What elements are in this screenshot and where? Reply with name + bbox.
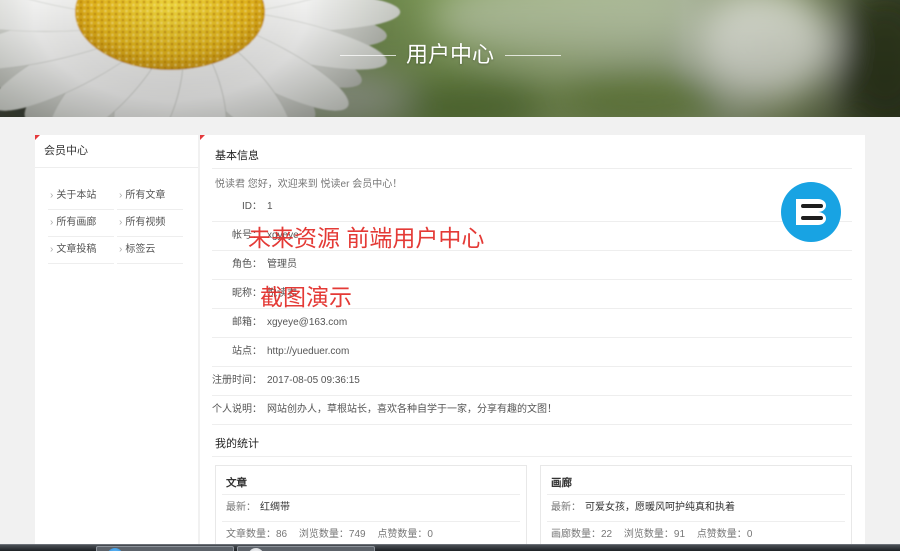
- profile-row-bio: 个人说明： 网站创办人，草根站长，喜欢各种自学于一家，分享有趣的文图！: [212, 396, 852, 425]
- stat-box-posts: 文章 最新： 红绸带 文章数量：86 浏览数量：749 点赞数量：0: [215, 465, 527, 549]
- site-link[interactable]: http://yueduer.com: [267, 346, 349, 357]
- metric-views: 浏览数量：749: [299, 529, 366, 540]
- avatar: [781, 182, 841, 242]
- field-label: 昵称：: [232, 288, 262, 299]
- sidebar-title: 会员中心: [35, 135, 198, 168]
- page-banner: 用户中心: [0, 0, 900, 117]
- field-value: 1: [267, 201, 273, 212]
- field-value: 2017-08-05 09:36:15: [267, 375, 360, 386]
- profile-row-role: 角色： 管理员: [212, 251, 852, 280]
- metric-views: 浏览数量：91: [624, 529, 685, 540]
- metric-value: 749: [348, 529, 366, 540]
- profile-row-id: ID： 1: [212, 193, 852, 222]
- section-title-my-stats: 我的统计: [212, 436, 852, 457]
- sidebar-link-about[interactable]: › 关于本站: [48, 183, 114, 210]
- chevron-right-icon: ›: [119, 190, 123, 201]
- metric-value: 86: [276, 529, 288, 540]
- field-value: 网站创办人，草根站长，喜欢各种自学于一家，分享有趣的文图！: [267, 404, 557, 415]
- metric-value: 22: [601, 529, 613, 540]
- sidebar-link-label: 所有画廊: [56, 217, 97, 228]
- os-taskbar: [0, 544, 900, 551]
- field-label: 个人说明：: [212, 404, 262, 415]
- corner-marker: [200, 135, 205, 140]
- field-label: ID：: [242, 201, 262, 212]
- metric-count: 文章数量：86: [226, 529, 287, 540]
- metric-label: 画廊数量：: [551, 529, 601, 540]
- field-label: 注册时间：: [212, 375, 262, 386]
- metric-likes: 点赞数量：0: [697, 529, 753, 540]
- chevron-right-icon: ›: [119, 217, 123, 228]
- metric-count: 画廊数量：22: [551, 529, 612, 540]
- sidebar-link-label: 所有文章: [125, 190, 166, 201]
- stat-latest: 最新： 可爱女孩，愿暖风呵护纯真和执着: [547, 495, 845, 522]
- sidebar-link-label: 所有视频: [125, 217, 166, 228]
- sidebar-link-label: 标签云: [125, 244, 156, 255]
- title-divider-right: [505, 55, 561, 56]
- stat-box-title: 文章: [222, 472, 520, 495]
- sidebar-link-submit-post[interactable]: › 文章投稿: [48, 237, 114, 264]
- metric-label: 点赞数量：: [377, 529, 428, 540]
- profile-row-email: 邮箱： xgyeye@163.com: [212, 309, 852, 338]
- chevron-right-icon: ›: [119, 244, 123, 255]
- metric-label: 点赞数量：: [696, 529, 747, 540]
- field-label: 邮箱：: [232, 317, 262, 328]
- latest-label: 最新：: [551, 502, 581, 513]
- chevron-right-icon: ›: [50, 190, 54, 201]
- sidebar-link-all-posts[interactable]: › 所有文章: [117, 183, 183, 210]
- profile-panel: 基本信息 悦读君 您好，欢迎来到 悦读er 会员中心！ ID： 1 帐号： xgye…: [200, 135, 865, 549]
- field-value: 管理员: [267, 259, 297, 270]
- chevron-right-icon: ›: [50, 217, 54, 228]
- sidebar-link-label: 文章投稿: [56, 244, 97, 255]
- stat-box-gallery: 画廊 最新： 可爱女孩，愿暖风呵护纯真和执着 画廊数量：22 浏览数量：91 点赞…: [540, 465, 852, 549]
- latest-label: 最新：: [226, 502, 256, 513]
- metric-value: 91: [673, 529, 686, 540]
- metric-value: 0: [746, 529, 753, 540]
- watermark-text: 未来资源 前端用户中心: [248, 225, 485, 251]
- profile-row-site: 站点： http://yueduer.com: [212, 338, 852, 367]
- chevron-right-icon: ›: [50, 244, 54, 255]
- metric-label: 浏览数量：: [623, 529, 674, 540]
- stat-latest: 最新： 红绸带: [222, 495, 520, 522]
- metric-label: 浏览数量：: [298, 529, 349, 540]
- taskbar-button[interactable]: [237, 546, 375, 551]
- member-sidebar: 会员中心 › 关于本站 › 所有文章 › 所有画廊 › 所有视频 › 文章投稿 › 标签云: [35, 135, 198, 544]
- latest-post-link[interactable]: 红绸带: [260, 502, 290, 513]
- field-label: 站点：: [232, 346, 262, 357]
- metric-value: 0: [427, 529, 433, 540]
- metric-label: 文章数量：: [226, 529, 276, 540]
- section-title-basic-info: 基本信息: [212, 148, 852, 169]
- sidebar-link-all-videos[interactable]: › 所有视频: [117, 210, 183, 237]
- latest-gallery-link[interactable]: 可爱女孩，愿暖风呵护纯真和执着: [585, 502, 735, 513]
- sidebar-link-tag-cloud[interactable]: › 标签云: [117, 237, 183, 264]
- field-value: xgyeye@163.com: [267, 317, 348, 328]
- sidebar-links: › 关于本站 › 所有文章 › 所有画廊 › 所有视频 › 文章投稿 › 标签云: [48, 183, 183, 264]
- profile-row-registered: 注册时间： 2017-08-05 09:36:15: [212, 367, 852, 396]
- corner-marker: [35, 135, 40, 140]
- watermark-text: 截图演示: [260, 284, 352, 310]
- page-title: 用户中心: [405, 42, 494, 67]
- sidebar-link-label: 关于本站: [56, 190, 97, 201]
- sidebar-link-all-galleries[interactable]: › 所有画廊: [48, 210, 114, 237]
- metric-likes: 点赞数量：0: [377, 529, 433, 540]
- welcome-message: 悦读君 您好，欢迎来到 悦读er 会员中心！: [215, 179, 403, 190]
- field-label: 角色：: [232, 259, 262, 270]
- stat-box-title: 画廊: [547, 472, 845, 495]
- taskbar-button[interactable]: [96, 546, 234, 551]
